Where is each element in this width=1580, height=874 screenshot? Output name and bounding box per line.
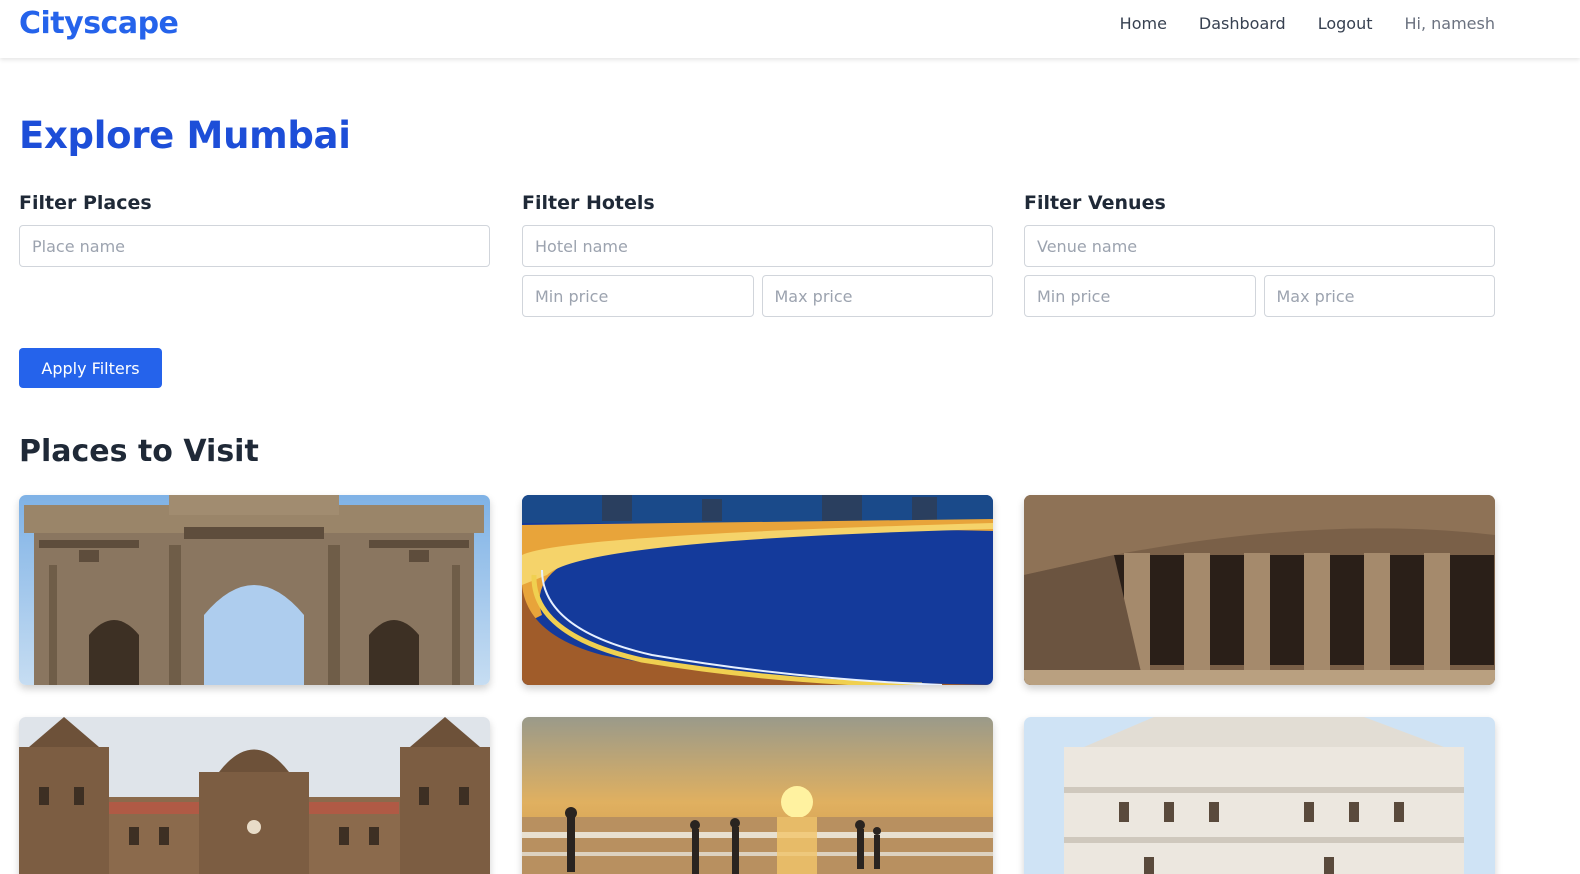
place-card-3[interactable] [1024,495,1495,685]
marine-drive-night-photo [522,495,993,685]
filter-venues-heading: Filter Venues [1024,192,1166,214]
nav-logout-link[interactable]: Logout [1318,14,1373,34]
filter-venues-section: Filter Venues [1024,190,1495,317]
venue-name-input[interactable] [1024,225,1495,267]
victoria-terminus-photo [19,717,490,874]
hotel-max-price-input[interactable] [761,275,993,317]
hotel-min-price-input[interactable] [522,275,754,317]
filter-places-section: Filter Places [19,190,490,267]
nav-dashboard-link[interactable]: Dashboard [1199,14,1286,34]
nav-home-link[interactable]: Home [1120,14,1167,34]
user-greeting: Hi, namesh [1404,14,1496,33]
filter-places-heading: Filter Places [19,192,152,214]
venue-min-price-input[interactable] [1024,275,1256,317]
brand-logo-link[interactable]: Cityscape [19,6,179,41]
rock-cut-caves-photo [1024,495,1495,685]
filter-hotels-heading: Filter Hotels [522,192,655,214]
filter-hotels-section: Filter Hotels [522,190,993,317]
place-card-6[interactable] [1024,717,1495,874]
place-card-2[interactable] [522,495,993,685]
venue-max-price-input[interactable] [1263,275,1495,317]
venue-price-row [1024,275,1495,317]
apply-filters-button[interactable]: Apply Filters [19,348,162,388]
places-section-title: Places to Visit [19,434,259,469]
nav-links: Home Dashboard Logout Hi, namesh [1088,14,1495,34]
white-temple-photo [1024,717,1495,874]
gateway-of-india-photo [19,495,490,685]
hotel-name-input[interactable] [522,225,993,267]
beach-sunset-photo [522,717,993,874]
place-card-4[interactable] [19,717,490,874]
page-title: Explore Mumbai [19,114,351,157]
place-name-input[interactable] [19,225,490,267]
place-card-5[interactable] [522,717,993,874]
place-card-1[interactable] [19,495,490,685]
top-navbar: Cityscape Home Dashboard Logout Hi, name… [0,0,1580,58]
hotel-price-row [522,275,993,317]
